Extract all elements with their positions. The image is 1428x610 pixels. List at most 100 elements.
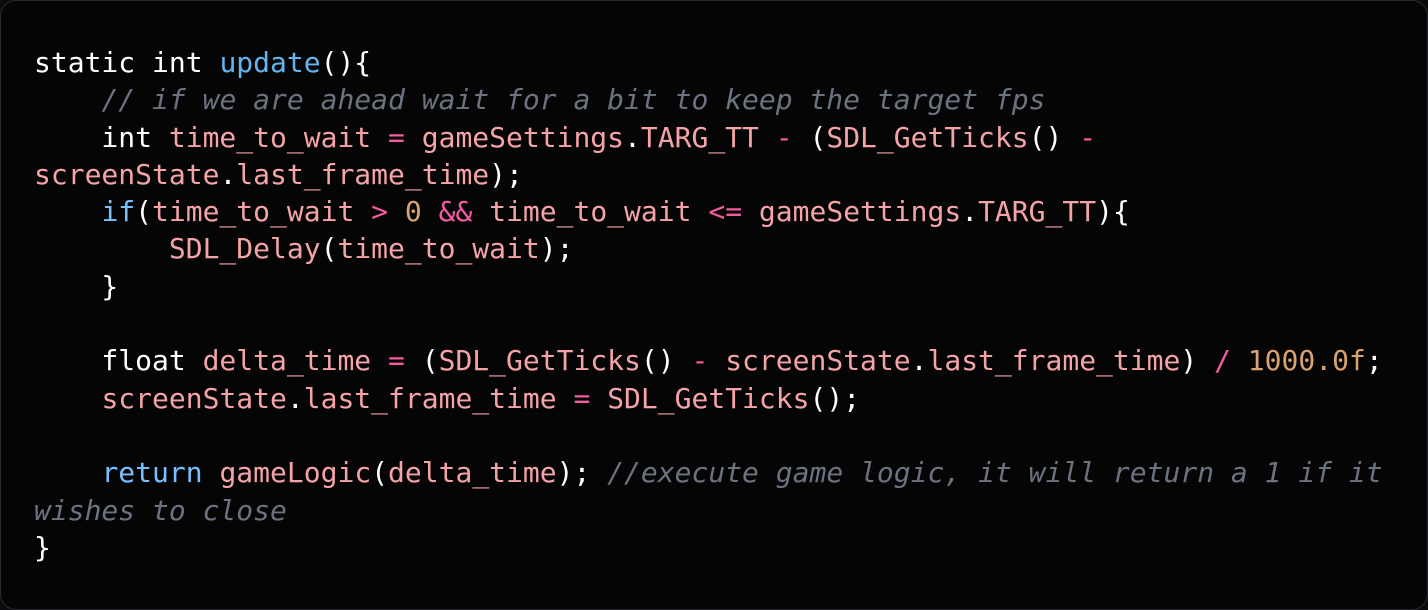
- code-token-identifier: TARG_TT: [978, 195, 1097, 229]
- code-lines: static int update(){ // if we are ahead …: [34, 44, 1394, 566]
- code-token-identifier: last_frame_time: [927, 344, 1181, 378]
- code-token-operator: =: [388, 120, 405, 154]
- code-token-identifier: delta_time: [388, 456, 557, 490]
- code-token-plain: (): [1028, 120, 1080, 154]
- code-token-identifier: last_frame_time: [236, 157, 490, 191]
- code-token-plain: .: [961, 195, 979, 229]
- code-token-plain: ;: [1365, 344, 1383, 378]
- code-token-identifier: screenState: [725, 344, 911, 378]
- code-token-plain: (: [404, 344, 439, 378]
- code-line: static int update(){: [34, 44, 1394, 81]
- code-token-plain: }: [34, 530, 51, 564]
- code-token-identifier: SDL_GetTicks: [607, 381, 810, 415]
- code-token-number: 1000.0f: [1247, 344, 1366, 378]
- code-token-number: 0: [404, 195, 422, 229]
- code-token-identifier: delta_time: [202, 344, 372, 378]
- code-line: SDL_Delay(time_to_wait);: [34, 230, 1394, 267]
- code-line: }: [34, 268, 1394, 305]
- code-token-plain: (: [792, 120, 827, 154]
- code-line: // if we are ahead wait for a bit to kee…: [34, 81, 1394, 118]
- code-token-plain: static int: [34, 46, 220, 79]
- code-token-operator: -: [1079, 120, 1097, 154]
- code-line: screenState.last_frame_time);: [34, 156, 1394, 193]
- code-token-identifier: gameSettings: [421, 120, 625, 154]
- code-token-identifier: screenState: [101, 381, 287, 415]
- code-token-operator: <=: [708, 195, 743, 229]
- code-token-plain: (: [371, 456, 389, 490]
- code-line: }: [34, 529, 1394, 566]
- code-token-function: update: [219, 46, 321, 79]
- code-line: return gameLogic(delta_time); //execute …: [34, 454, 1394, 491]
- code-token-keyword: if: [101, 195, 136, 229]
- code-token-plain: .: [219, 157, 237, 191]
- code-token-plain: (){: [320, 46, 372, 79]
- code-token-plain: (): [640, 344, 692, 378]
- code-token-keyword: return: [101, 456, 203, 490]
- code-token-comment: wishes to close: [34, 493, 287, 527]
- code-token-plain: .: [286, 381, 304, 415]
- code-token-plain: ){: [1096, 195, 1130, 229]
- code-token-operator: -: [775, 120, 793, 154]
- code-line: wishes to close: [34, 492, 1394, 529]
- code-token-identifier: gameLogic: [219, 456, 372, 490]
- code-token-operator: &&: [438, 195, 473, 229]
- code-token-comment: //execute game logic, it will return a 1…: [607, 456, 1383, 490]
- code-token-identifier: SDL_GetTicks: [438, 344, 641, 378]
- code-line: float delta_time = (SDL_GetTicks() - scr…: [34, 342, 1394, 379]
- code-token-plain: float: [34, 344, 203, 378]
- code-token-operator: -: [691, 344, 709, 378]
- code-line: screenState.last_frame_time = SDL_GetTic…: [34, 380, 1394, 417]
- code-token-plain: );: [539, 232, 574, 266]
- code-token-plain: (: [135, 195, 153, 229]
- code-token-identifier: SDL_Delay: [168, 232, 321, 266]
- code-token-plain: );: [556, 456, 608, 490]
- code-token-plain: .: [910, 344, 928, 378]
- code-token-plain: (: [320, 232, 338, 266]
- code-token-plain: .: [624, 120, 641, 154]
- code-token-identifier: TARG_TT: [640, 120, 759, 154]
- code-token-identifier: SDL_GetTicks: [826, 120, 1029, 154]
- code-token-identifier: time_to_wait: [337, 232, 540, 266]
- code-token-identifier: time_to_wait: [152, 195, 355, 229]
- code-token-identifier: last_frame_time: [303, 381, 557, 415]
- code-block: static int update(){ // if we are ahead …: [0, 0, 1428, 610]
- code-token-plain: ();: [809, 381, 861, 415]
- code-token-plain: int: [34, 120, 169, 154]
- code-token-plain: }: [34, 269, 119, 303]
- code-token-identifier: time_to_wait: [168, 120, 372, 154]
- code-token-operator: >: [371, 195, 389, 229]
- code-token-plain: );: [489, 157, 523, 191]
- code-token-operator: =: [573, 381, 591, 415]
- code-token-operator: /: [1214, 344, 1231, 378]
- code-line: if(time_to_wait > 0 && time_to_wait <= g…: [34, 193, 1394, 230]
- code-token-comment: // if we are ahead wait for a bit to kee…: [101, 83, 1046, 117]
- code-token-identifier: screenState: [34, 157, 220, 191]
- code-token-plain: ): [1180, 344, 1215, 378]
- code-token-operator: =: [388, 344, 405, 378]
- code-token-identifier: gameSettings: [758, 195, 962, 229]
- code-token-identifier: time_to_wait: [489, 195, 692, 229]
- code-line: int time_to_wait = gameSettings.TARG_TT …: [34, 119, 1394, 156]
